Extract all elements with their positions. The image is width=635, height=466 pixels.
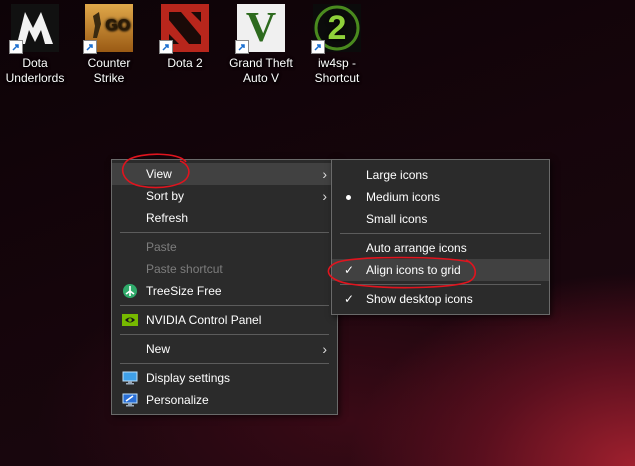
menu-separator xyxy=(120,363,329,364)
menu-item-label: Large icons xyxy=(366,168,429,182)
menu-item-refresh[interactable]: Refresh xyxy=(112,207,337,229)
menu-item-new[interactable]: New › xyxy=(112,338,337,360)
shortcut-arrow-icon xyxy=(159,40,173,54)
desktop-icon-gta-v[interactable]: V Grand Theft Auto V xyxy=(226,4,296,86)
treesize-icon xyxy=(122,283,138,299)
menu-separator xyxy=(120,232,329,233)
desktop-icon-dota2[interactable]: Dota 2 xyxy=(150,4,220,71)
menu-separator xyxy=(120,334,329,335)
menu-item-label: Align icons to grid xyxy=(366,263,461,277)
menu-item-sort-by[interactable]: Sort by › xyxy=(112,185,337,207)
counter-strike-tile-text: GO xyxy=(105,17,130,34)
nvidia-icon xyxy=(122,312,138,328)
menu-item-label: Display settings xyxy=(146,371,231,385)
shortcut-arrow-icon xyxy=(83,40,97,54)
checkmark-icon: ✓ xyxy=(344,292,355,306)
menu-separator xyxy=(120,305,329,306)
menu-item-label: Personalize xyxy=(146,393,209,407)
view-submenu: Large icons Medium icons Small icons Aut… xyxy=(331,159,550,315)
menu-separator xyxy=(340,284,541,285)
menu-item-treesize-free[interactable]: TreeSize Free xyxy=(112,280,337,302)
desktop-icon-label: Dota Underlords xyxy=(5,56,65,85)
desktop-icon-label: iw4sp - Shortcut xyxy=(314,56,360,85)
desktop-icon-dota-underlords[interactable]: Dota Underlords xyxy=(0,4,70,86)
desktop-icon-counter-strike[interactable]: GO Counter Strike xyxy=(74,4,144,86)
menu-item-show-desktop-icons[interactable]: ✓ Show desktop icons xyxy=(332,288,549,310)
display-icon xyxy=(122,370,138,386)
shortcut-arrow-icon xyxy=(235,40,249,54)
dota-underlords-icon xyxy=(9,4,59,54)
personalize-icon xyxy=(122,392,138,408)
checkmark-icon: ✓ xyxy=(344,263,355,277)
menu-item-view[interactable]: View › xyxy=(112,163,337,185)
chevron-right-icon: › xyxy=(322,341,327,357)
menu-item-auto-arrange-icons[interactable]: Auto arrange icons xyxy=(332,237,549,259)
menu-item-personalize[interactable]: Personalize xyxy=(112,389,337,411)
desktop-context-menu: View › Sort by › Refresh Paste Paste sho… xyxy=(111,159,338,415)
chevron-right-icon: › xyxy=(322,166,327,182)
desktop-icon-label: Counter Strike xyxy=(87,56,131,85)
menu-item-label: Refresh xyxy=(146,211,189,225)
menu-item-paste-shortcut[interactable]: Paste shortcut xyxy=(112,258,337,280)
menu-item-label: TreeSize Free xyxy=(146,284,222,298)
desktop-icon-iw4sp[interactable]: 2 iw4sp - Shortcut xyxy=(302,4,372,86)
desktop-icon-label: Grand Theft Auto V xyxy=(229,56,293,85)
menu-item-medium-icons[interactable]: Medium icons xyxy=(332,186,549,208)
menu-item-label: Medium icons xyxy=(366,190,441,204)
menu-item-large-icons[interactable]: Large icons xyxy=(332,164,549,186)
radio-bullet-icon xyxy=(346,195,351,200)
menu-item-label: NVIDIA Control Panel xyxy=(146,313,262,327)
menu-item-label: Sort by xyxy=(146,189,185,203)
menu-item-label: Small icons xyxy=(366,212,428,226)
counter-strike-icon: GO xyxy=(83,4,133,54)
menu-item-label: New xyxy=(146,342,171,356)
shortcut-arrow-icon xyxy=(311,40,325,54)
shortcut-arrow-icon xyxy=(9,40,23,54)
menu-item-display-settings[interactable]: Display settings xyxy=(112,367,337,389)
menu-item-paste[interactable]: Paste xyxy=(112,236,337,258)
gta-v-icon: V xyxy=(235,4,285,54)
iw4sp-icon: 2 xyxy=(311,4,361,54)
menu-item-label: Paste shortcut xyxy=(146,262,223,276)
desktop-icon-label: Dota 2 xyxy=(167,56,203,70)
dota2-icon xyxy=(159,4,209,54)
chevron-right-icon: › xyxy=(322,188,327,204)
menu-item-label: Auto arrange icons xyxy=(366,241,467,255)
menu-item-label: View xyxy=(146,167,172,181)
menu-item-label: Show desktop icons xyxy=(366,292,473,306)
menu-item-align-icons-to-grid[interactable]: ✓ Align icons to grid xyxy=(332,259,549,281)
menu-separator xyxy=(340,233,541,234)
menu-item-nvidia-control-panel[interactable]: NVIDIA Control Panel xyxy=(112,309,337,331)
menu-item-label: Paste xyxy=(146,240,177,254)
menu-item-small-icons[interactable]: Small icons xyxy=(332,208,549,230)
